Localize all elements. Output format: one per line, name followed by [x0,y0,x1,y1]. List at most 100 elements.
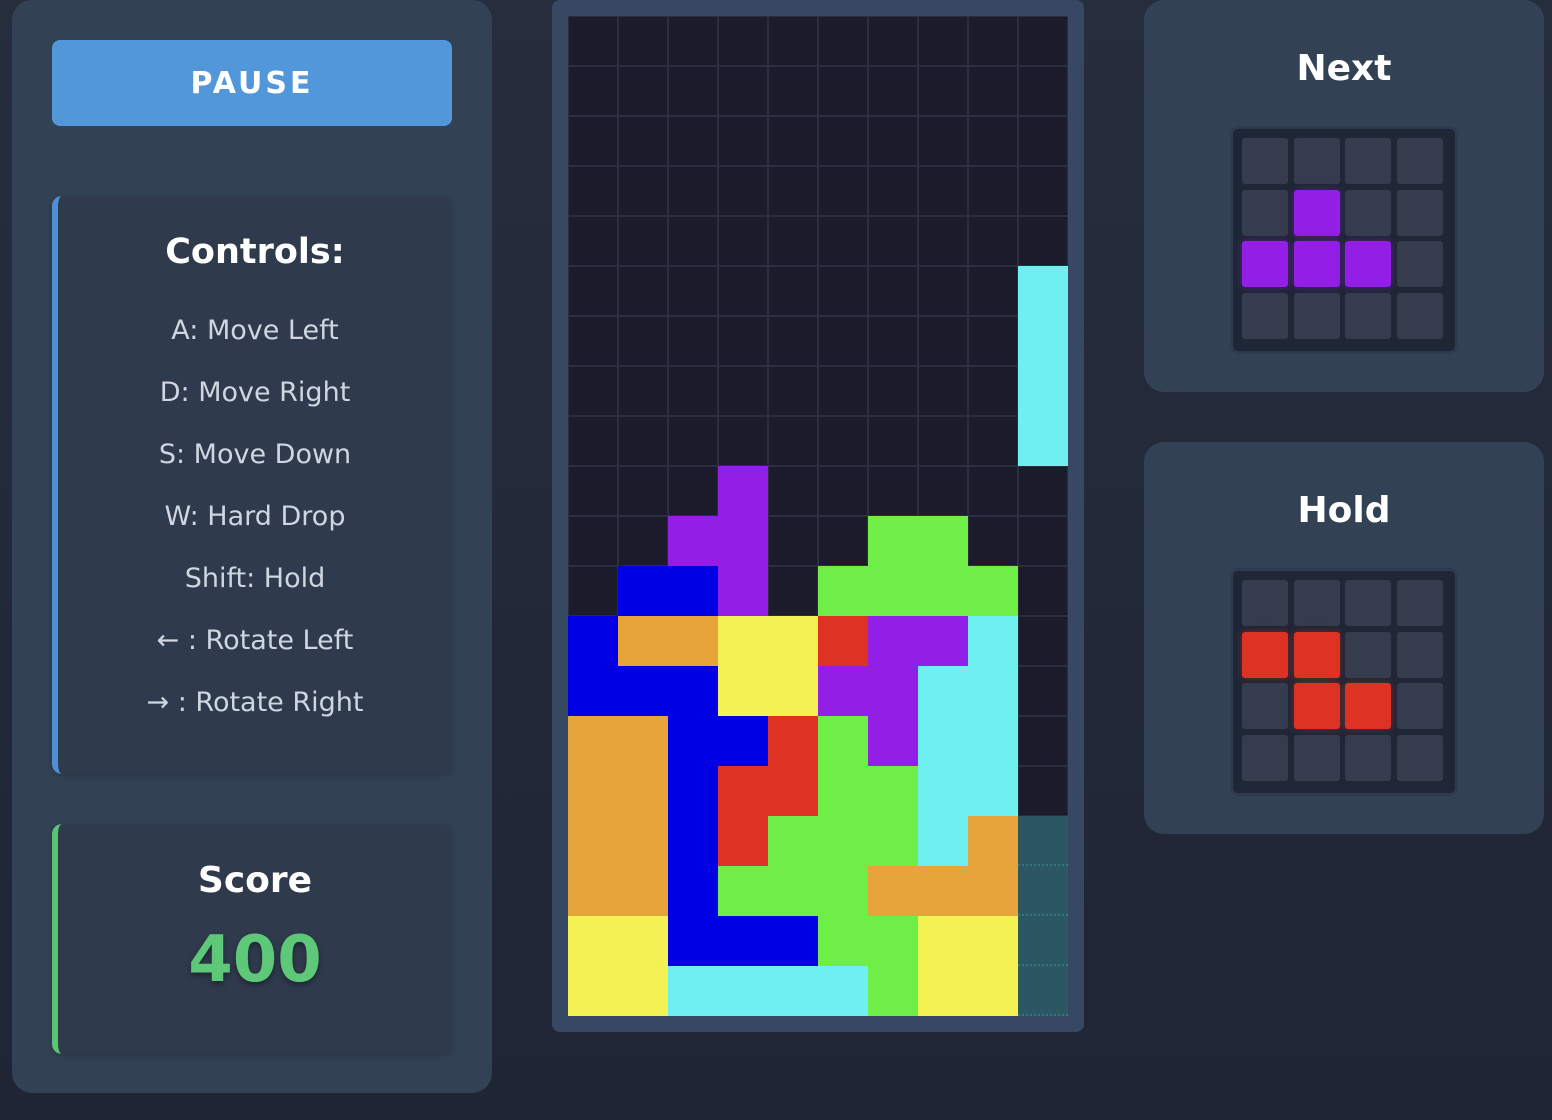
board-cell-empty [568,66,618,116]
hold-panel: Hold [1144,442,1544,834]
hold-cell-Z [1242,631,1288,678]
controls-title: Controls: [165,232,345,272]
board-cell-L [568,866,618,916]
board-cell-Z [768,766,818,816]
board-cell-O [718,616,768,666]
board-cell-empty [718,66,768,116]
board-cell-I [918,816,968,866]
board-cell-empty [768,366,818,416]
board-cell-empty [618,266,668,316]
board-cell-I [968,616,1018,666]
next-cell-empty [1242,138,1288,184]
board-cell-T [818,666,868,716]
board-cell-ghost [1018,816,1068,866]
board-cell-empty [868,366,918,416]
board-cell-empty [568,216,618,266]
board-cell-empty [668,466,718,516]
next-cell-T [1345,241,1391,287]
board-cell-empty [968,416,1018,466]
board-cell-empty [768,116,818,166]
board-cell-empty [968,366,1018,416]
board-cell-I [918,716,968,766]
board-cell-J [618,666,668,716]
board-cell-J [668,716,718,766]
board-cell-O [618,916,668,966]
control-hold: Shift: Hold [184,563,326,594]
board-cell-empty [918,216,968,266]
board-cell-I [918,666,968,716]
next-cell-empty [1293,292,1340,339]
board-cell-empty [868,416,918,466]
board-cell-empty [718,416,768,466]
board-cell-O [718,666,768,716]
board-cell-L [918,866,968,916]
board-cell-empty [868,316,918,366]
board-cell-I [1018,416,1068,466]
board-cell-empty [718,116,768,166]
board-cell-ghost [1018,966,1068,1016]
board-cell-J [668,566,718,616]
board-cell-T [918,616,968,666]
board-cell-J [668,666,718,716]
board-cell-empty [968,16,1018,66]
board-cell-empty [968,166,1018,216]
board-cell-empty [668,416,718,466]
next-cell-empty [1396,189,1443,236]
next-cell-empty [1396,292,1443,339]
board-cell-empty [668,116,718,166]
board-cell-empty [868,66,918,116]
hold-cell-empty [1345,580,1391,626]
board-cell-T [718,516,768,566]
hold-cell-empty [1396,734,1443,781]
board-cell-L [618,766,668,816]
score-card: Score 400 [52,824,452,1054]
hold-cell-empty [1396,580,1443,626]
board-cell-empty [918,166,968,216]
board-cell-Z [768,716,818,766]
board-cell-empty [918,16,968,66]
board-cell-empty [868,216,918,266]
board-cell-S [918,566,968,616]
board-cell-L [618,866,668,916]
next-cell-empty [1396,138,1443,184]
next-cell-T [1293,241,1340,287]
board-cell-empty [718,166,768,216]
board-cell-ghost [1018,866,1068,916]
next-title: Next [1296,48,1392,89]
board-cell-empty [768,466,818,516]
board-cell-O [568,966,618,1016]
board-cell-I [968,716,1018,766]
next-cell-empty [1242,292,1288,339]
board-cell-empty [768,16,818,66]
hold-cell-empty [1345,631,1391,678]
board-cell-S [868,566,918,616]
board-cell-empty [1018,216,1068,266]
board-cell-O [618,966,668,1016]
control-move-left: A: Move Left [171,315,339,346]
board-cell-empty [568,166,618,216]
next-cell-empty [1345,138,1391,184]
board-cell-Z [818,616,868,666]
board-cell-empty [718,266,768,316]
board-cell-J [668,916,718,966]
next-cell-T [1242,241,1288,287]
board-cell-empty [818,216,868,266]
hold-piece-preview [1230,568,1458,796]
board-cell-T [868,666,918,716]
board-cell-I [1018,366,1068,416]
board-cell-I [1018,266,1068,316]
board-cell-empty [1018,66,1068,116]
board-cell-J [568,616,618,666]
board-cell-J [768,916,818,966]
board-cell-L [668,616,718,666]
next-cell-T [1293,189,1340,236]
board-cell-empty [618,366,668,416]
board-cell-J [568,666,618,716]
board-cell-empty [1018,616,1068,666]
board-cell-J [618,566,668,616]
board-cell-empty [618,166,668,216]
pause-button[interactable]: PAUSE [52,40,452,126]
board-cell-empty [568,16,618,66]
board-cell-ghost [1018,916,1068,966]
game-board[interactable] [568,16,1068,1016]
